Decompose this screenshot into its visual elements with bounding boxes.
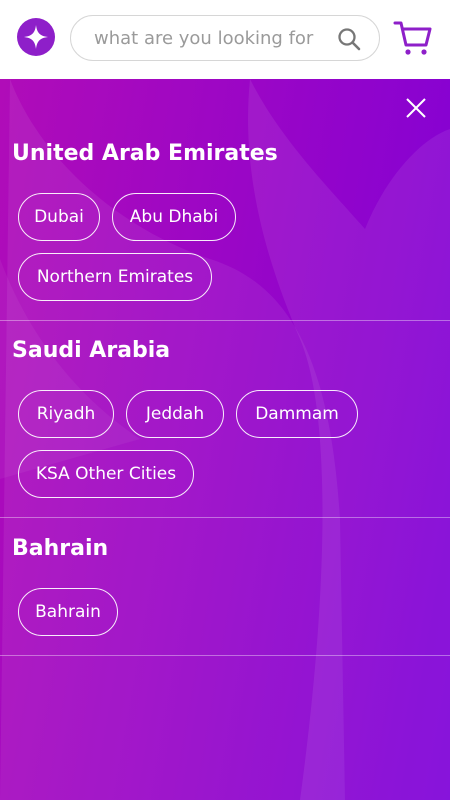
region-title-bahrain: Bahrain [12, 536, 109, 561]
search-input[interactable] [94, 27, 331, 49]
city-pill-abu-dhabi[interactable]: Abu Dhabi [112, 193, 236, 241]
search-bar [70, 15, 380, 61]
logo[interactable] [17, 18, 55, 56]
close-icon[interactable] [404, 96, 428, 120]
search-icon[interactable] [337, 27, 361, 51]
compass-star-logo-icon [24, 25, 48, 49]
city-pill-dammam[interactable]: Dammam [236, 390, 358, 438]
cart-icon[interactable] [393, 19, 433, 57]
location-menu: United Arab Emirates Dubai Abu Dhabi Nor… [0, 79, 450, 800]
city-pill-bahrain[interactable]: Bahrain [18, 588, 118, 636]
background-decoration [0, 79, 450, 800]
region-title-saudi-arabia: Saudi Arabia [12, 338, 171, 363]
region-title-uae: United Arab Emirates [12, 141, 278, 166]
app-header [0, 0, 450, 79]
section-divider [0, 517, 450, 518]
section-divider [0, 655, 450, 656]
city-pill-riyadh[interactable]: Riyadh [18, 390, 114, 438]
section-divider [0, 320, 450, 321]
city-pill-ksa-other-cities[interactable]: KSA Other Cities [18, 450, 194, 498]
city-pill-jeddah[interactable]: Jeddah [126, 390, 224, 438]
city-pill-dubai[interactable]: Dubai [18, 193, 100, 241]
city-pill-northern-emirates[interactable]: Northern Emirates [18, 253, 212, 301]
